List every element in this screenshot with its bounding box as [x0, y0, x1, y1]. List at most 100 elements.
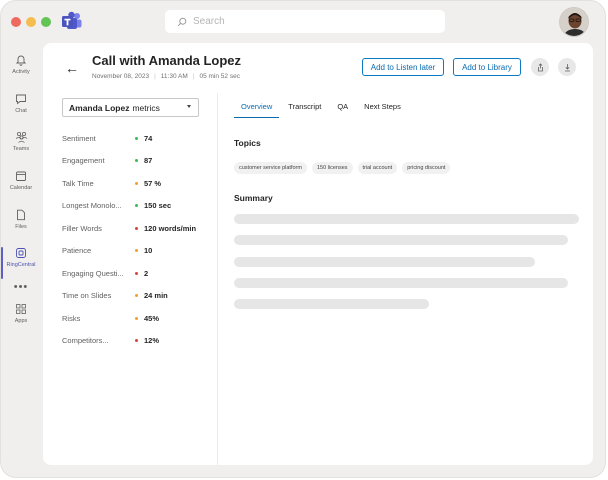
search-icon — [177, 17, 187, 26]
metrics-select-name: Amanda Lopez — [69, 102, 130, 113]
rail-label: Activity — [12, 69, 30, 75]
metric-row: Engagement 87 — [62, 156, 218, 170]
status-dot — [135, 249, 138, 252]
rail-item-calendar[interactable]: Calendar — [1, 170, 41, 206]
chat-icon — [16, 94, 26, 105]
rail-label: Files — [15, 224, 27, 230]
metric-row: Talk Time 57 % — [62, 179, 218, 193]
tab-transcript[interactable]: Transcript — [288, 102, 321, 118]
maximize-window-button[interactable] — [41, 17, 51, 27]
summary-placeholder-line — [234, 299, 429, 309]
metric-value: 10 — [144, 246, 153, 255]
metric-value: 24 min — [144, 291, 168, 300]
minimize-window-button[interactable] — [26, 17, 36, 27]
summary-placeholder-line — [234, 278, 568, 288]
metrics-panel: Amanda Lopez metrics Sentiment 74 Engage… — [43, 93, 218, 465]
summary-placeholder-line — [234, 257, 535, 267]
teams-window: Search Activity Chat Teams Calendar File… — [0, 0, 606, 478]
metric-value: 120 words/min — [144, 224, 197, 233]
metric-row: Competitors... 12% — [62, 336, 218, 350]
metrics-select-suffix: metrics — [132, 102, 160, 113]
status-dot — [135, 339, 138, 342]
metric-row: Risks 45% — [62, 314, 218, 328]
rail-label: RingCentral — [6, 262, 36, 268]
call-duration: 05 min 52 sec — [199, 73, 240, 80]
metric-label: Patience — [62, 246, 92, 255]
call-meta: November 08, 2023 | 11:30 AM | 05 min 52… — [92, 73, 240, 80]
metric-label: Filler Words — [62, 224, 102, 233]
metric-row: Sentiment 74 — [62, 134, 218, 148]
calendar-icon — [16, 171, 26, 181]
user-avatar-icon — [560, 8, 588, 36]
add-to-library-button[interactable]: Add to Library — [453, 58, 521, 76]
rail-label: Chat — [15, 108, 27, 114]
search-input[interactable]: Search — [165, 10, 445, 33]
more-apps-button[interactable]: ••• — [1, 281, 41, 293]
apps-icon — [16, 304, 26, 314]
add-to-listen-later-button[interactable]: Add to Listen later — [362, 58, 444, 76]
rail-label: Teams — [12, 146, 30, 152]
rail-label: Apps — [14, 318, 28, 324]
metric-row: Engaging Questi... 2 — [62, 269, 218, 283]
metric-value: 45% — [144, 314, 160, 323]
metric-label: Longest Monolo... — [62, 201, 122, 210]
topic-chip[interactable]: customer service platform — [234, 162, 307, 174]
summary-placeholder-line — [234, 214, 579, 224]
metric-label: Engaging Questi... — [62, 269, 124, 278]
metric-row: Longest Monolo... 150 sec — [62, 201, 218, 215]
metric-label: Engagement — [62, 156, 105, 165]
summary-placeholder-line — [234, 235, 568, 245]
rail-item-ringcentral[interactable]: RingCentral — [1, 247, 41, 283]
ringcentral-icon — [16, 248, 26, 258]
status-dot — [135, 227, 138, 230]
status-dot — [135, 159, 138, 162]
metric-label: Competitors... — [62, 336, 109, 345]
tab-overview[interactable]: Overview — [234, 102, 280, 118]
status-dot — [135, 294, 138, 297]
divider: | — [154, 73, 156, 80]
summary-heading: Summary — [234, 193, 273, 203]
metric-row: Patience 10 — [62, 246, 218, 260]
page-title: Call with Amanda Lopez — [92, 53, 242, 68]
metric-label: Talk Time — [62, 179, 94, 188]
metric-label: Time on Slides — [62, 291, 112, 300]
rail-item-apps[interactable]: Apps — [1, 303, 41, 339]
file-icon — [17, 209, 25, 221]
download-button[interactable] — [558, 58, 576, 76]
call-date: November 08, 2023 — [92, 73, 150, 80]
back-arrow-icon[interactable]: ← — [65, 60, 79, 76]
metric-row: Time on Slides 24 min — [62, 291, 218, 305]
call-details-card: ← Call with Amanda Lopez November 08, 20… — [43, 43, 593, 465]
topics-heading: Topics — [234, 138, 261, 148]
rail-item-chat[interactable]: Chat — [1, 93, 41, 129]
app-rail: Activity Chat Teams Calendar Files RingC… — [1, 45, 41, 345]
metric-label: Risks — [62, 314, 81, 323]
rail-item-teams[interactable]: Teams — [1, 131, 41, 167]
chevron-down-icon — [187, 105, 191, 108]
topic-chip[interactable]: 150 licenses — [311, 162, 353, 174]
share-button[interactable] — [531, 58, 549, 76]
teams-icon — [15, 131, 27, 143]
metrics-select[interactable]: Amanda Lopez metrics — [62, 98, 199, 117]
close-window-button[interactable] — [11, 17, 21, 27]
metric-value: 2 — [144, 269, 149, 278]
metric-value: 12% — [144, 336, 160, 345]
status-dot — [135, 317, 138, 320]
share-icon — [537, 62, 543, 71]
rail-item-files[interactable]: Files — [1, 209, 41, 245]
topic-chip[interactable]: pricing discount — [402, 162, 451, 174]
topic-chips: customer service platform 150 licenses t… — [234, 162, 455, 174]
tab-next-steps[interactable]: Next Steps — [364, 102, 401, 118]
status-dot — [135, 272, 138, 275]
rail-item-activity[interactable]: Activity — [1, 54, 41, 90]
tab-qa[interactable]: QA — [337, 102, 348, 118]
metric-value: 57 % — [144, 179, 162, 188]
metric-label: Sentiment — [62, 134, 96, 143]
bell-icon — [15, 55, 27, 66]
topic-chip[interactable]: trial account — [357, 162, 398, 174]
avatar[interactable] — [559, 7, 589, 37]
status-dot — [135, 137, 138, 140]
search-placeholder: Search — [193, 16, 225, 27]
teams-logo-icon — [62, 11, 82, 29]
metric-value: 74 — [144, 134, 153, 143]
